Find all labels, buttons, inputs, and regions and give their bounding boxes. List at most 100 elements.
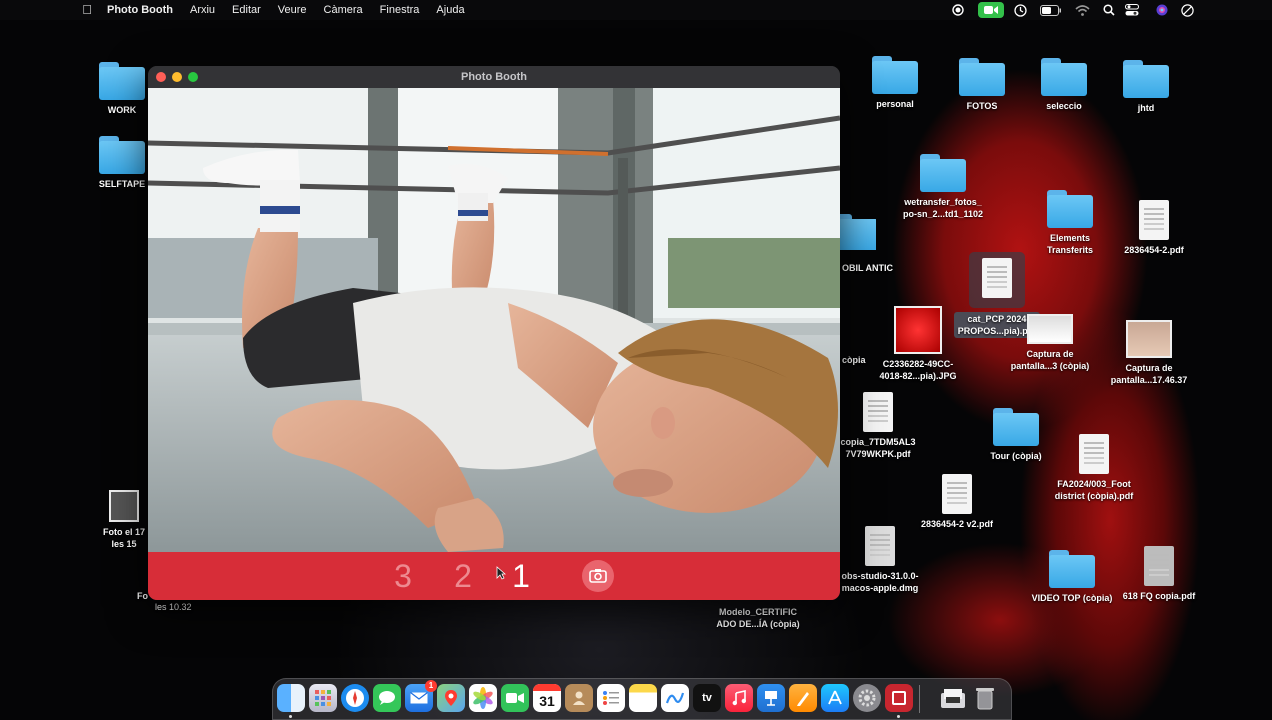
desktop-item-label: 618 FQ copia.pdf	[1122, 591, 1196, 601]
desktop-item-label-partial: Modelo_CERTIFIC ADO DE...ÍA (còpia)	[716, 607, 800, 629]
window-titlebar[interactable]: Photo Booth	[148, 66, 840, 88]
record-icon[interactable]	[950, 2, 966, 18]
photo-booth-icon[interactable]	[885, 684, 913, 712]
countdown-bar: 3 2 1	[148, 552, 840, 600]
mail-icon[interactable]: 1	[405, 680, 437, 712]
search-icon[interactable]	[1101, 2, 1117, 18]
pdf-document-icon	[982, 258, 1012, 298]
window-title: Photo Booth	[461, 71, 527, 83]
pdf-document-icon	[1139, 200, 1169, 240]
calendar-day: 31	[539, 693, 555, 709]
desktop-item-label-partial: Fo	[137, 591, 148, 601]
reminders-icon[interactable]	[597, 684, 625, 712]
keynote-icon[interactable]	[757, 684, 785, 712]
menu-view[interactable]: Veure	[278, 0, 307, 20]
disk-image-icon	[865, 526, 895, 566]
calendar-icon[interactable]: 31	[533, 684, 561, 712]
notes-icon[interactable]	[629, 684, 657, 712]
image-thumbnail-icon	[109, 490, 139, 522]
folder-icon	[99, 62, 145, 100]
folder-icon	[1123, 60, 1169, 98]
siri-icon[interactable]	[1154, 2, 1170, 18]
menu-help[interactable]: Ajuda	[436, 0, 464, 20]
music-icon[interactable]	[725, 684, 753, 712]
wifi-icon[interactable]	[1074, 2, 1090, 18]
desktop-item-label-partial: OBIL ANTIC	[842, 263, 893, 273]
maps-icon[interactable]	[437, 684, 465, 712]
camera-icon	[589, 569, 607, 583]
desktop-item-label: jhtd	[1137, 103, 1155, 113]
apple-menu-icon[interactable]: 	[80, 0, 94, 20]
mail-badge: 1	[425, 680, 437, 692]
pdf-document-icon	[942, 474, 972, 514]
photo-booth-window: Photo Booth 3 2 1	[148, 66, 840, 600]
desktop-folder-wetransfer[interactable]: wetransfer_fotos_ po-sn_2...td1_1102	[883, 154, 1003, 220]
menu-edit[interactable]: Editar	[232, 0, 261, 20]
tv-label: tv	[702, 692, 712, 704]
desktop-file-c2336282[interactable]: C2336282-49CC- 4018-82...pia).JPG	[858, 306, 978, 382]
folder-icon	[1041, 58, 1087, 96]
menu-file[interactable]: Arxiu	[190, 0, 215, 20]
desktop-item-label: C2336282-49CC- 4018-82...pia).JPG	[879, 359, 957, 381]
desktop-item-label: FA2024/003_Foot district (còpia).pdf	[1054, 479, 1134, 501]
dock-separator	[919, 685, 920, 713]
countdown-2: 2	[454, 558, 472, 594]
dock: 1 31 tv	[272, 678, 1012, 720]
folder-icon	[920, 154, 966, 192]
downloads-stack-icon[interactable]	[939, 684, 967, 712]
finder-icon[interactable]	[277, 684, 305, 712]
take-photo-button[interactable]	[582, 560, 614, 592]
desktop-file-2836454-2[interactable]: 2836454-2.pdf	[1094, 200, 1214, 256]
contacts-icon[interactable]	[565, 684, 593, 712]
desktop:  Photo Booth Arxiu Editar Veure Càmera …	[0, 0, 1272, 720]
folder-icon-partial[interactable]	[840, 214, 876, 250]
mouse-pointer-icon	[496, 566, 507, 580]
screenshot-thumbnail-icon	[1126, 320, 1172, 358]
tv-icon[interactable]: tv	[693, 684, 721, 712]
pdf-document-icon	[1144, 546, 1174, 586]
pdf-document-icon	[863, 392, 893, 432]
image-thumbnail-icon	[894, 306, 942, 354]
folder-icon	[99, 136, 145, 174]
desktop-folder-jhtd[interactable]: jhtd	[1086, 60, 1206, 114]
trash-icon[interactable]	[971, 684, 999, 712]
desktop-file-captura-17[interactable]: Captura de pantalla...17.46.37	[1089, 320, 1209, 386]
launchpad-icon[interactable]	[309, 684, 337, 712]
countdown-3: 3	[394, 558, 412, 594]
system-settings-icon[interactable]	[853, 684, 881, 712]
app-store-icon[interactable]	[821, 684, 849, 712]
battery-icon[interactable]	[1040, 2, 1062, 18]
control-center-icon[interactable]	[1124, 2, 1140, 18]
messages-icon[interactable]	[373, 684, 401, 712]
desktop-item-label: 2836454-2.pdf	[1124, 245, 1184, 255]
desktop-item-label: wetransfer_fotos_ po-sn_2...td1_1102	[902, 197, 984, 219]
folder-icon	[1047, 190, 1093, 228]
freeform-icon[interactable]	[661, 684, 689, 712]
desktop-item-label-partial: les 10.32	[155, 602, 192, 612]
camera-preview	[148, 88, 840, 552]
pdf-document-icon	[1079, 434, 1109, 474]
countdown-1: 1	[512, 558, 530, 594]
menu-bar:  Photo Booth Arxiu Editar Veure Càmera …	[0, 0, 1272, 20]
desktop-file-2836454-2-v2[interactable]: 2836454-2 v2.pdf	[897, 474, 1017, 530]
facetime-icon[interactable]	[501, 684, 529, 712]
menu-camera[interactable]: Càmera	[324, 0, 363, 20]
facetime-camera-icon[interactable]	[978, 2, 1004, 18]
selection-highlight	[969, 252, 1025, 308]
photos-icon[interactable]	[469, 684, 497, 712]
screen-time-icon[interactable]	[1012, 2, 1028, 18]
folder-icon	[993, 408, 1039, 446]
screenshot-thumbnail-icon	[1027, 314, 1073, 344]
menu-window[interactable]: Finestra	[380, 0, 420, 20]
desktop-file-fa2024[interactable]: FA2024/003_Foot district (còpia).pdf	[1034, 434, 1154, 502]
folder-icon	[1049, 550, 1095, 588]
menu-app-name[interactable]: Photo Booth	[107, 0, 173, 20]
safari-icon[interactable]	[341, 684, 369, 712]
camera-preview-image	[148, 88, 840, 552]
folder-icon	[959, 58, 1005, 96]
desktop-item-label-partial: còpia	[842, 355, 866, 365]
desktop-file-618-fq[interactable]: 618 FQ copia.pdf	[1099, 546, 1219, 602]
pages-icon[interactable]	[789, 684, 817, 712]
desktop-item-label: Captura de pantalla...17.46.37	[1110, 363, 1188, 385]
do-not-disturb-icon[interactable]	[1179, 2, 1195, 18]
